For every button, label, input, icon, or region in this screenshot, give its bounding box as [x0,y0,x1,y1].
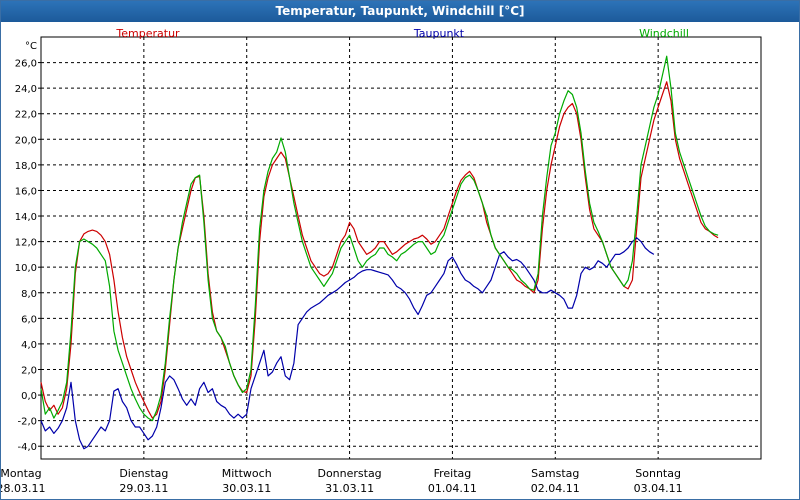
window-title: Temperatur, Taupunkt, Windchill [°C] [1,1,799,22]
x-day-label: Mittwoch [222,467,272,480]
y-tick-label: 20,0 [15,135,37,146]
y-tick-label: 12,0 [15,238,37,249]
y-tick-label: 26,0 [15,59,37,70]
y-tick-label: 16,0 [15,186,37,197]
legend-temperatur: Temperatur [115,27,180,40]
y-tick-label: 22,0 [15,110,37,121]
y-tick-label: 14,0 [15,212,37,223]
x-date-label: 30.03.11 [222,482,271,495]
x-date-label: 02.04.11 [531,482,580,495]
x-day-label: Donnerstag [317,467,381,480]
x-day-label: Dienstag [119,467,168,480]
y-tick-label: 6,0 [21,314,37,325]
y-tick-label: 10,0 [15,263,37,274]
x-date-label: 01.04.11 [428,482,477,495]
y-tick-label: 24,0 [15,84,37,95]
y-tick-label: -4,0 [17,442,37,453]
x-day-label: Sonntag [635,467,681,480]
y-tick-label: 4,0 [21,340,37,351]
x-date-label: 31.03.11 [325,482,374,495]
y-tick-label: 2,0 [21,365,37,376]
legend-taupunkt: Taupunkt [413,27,465,40]
x-day-label: Freitag [434,467,472,480]
y-tick-label: 0,0 [21,391,37,402]
x-date-label: 28.03.11 [1,482,45,495]
x-day-label: Montag [1,467,42,480]
x-day-label: Samstag [531,467,579,480]
legend-windchill: Windchill [639,27,689,40]
x-date-label: 29.03.11 [119,482,168,495]
y-tick-label: 8,0 [21,289,37,300]
y-unit-label: °C [25,41,37,52]
y-tick-label: -2,0 [17,417,37,428]
chart-svg: -4,0 -2,0 0,0 2,0 4,0 6,0 8,0 10,0 12,0 14,0 16,0 1… [1,27,762,495]
chart-window: Temperatur, Taupunkt, Windchill [°C] -4,… [0,0,800,500]
x-date-label: 03.04.11 [634,482,683,495]
y-tick-label: 18,0 [15,161,37,172]
